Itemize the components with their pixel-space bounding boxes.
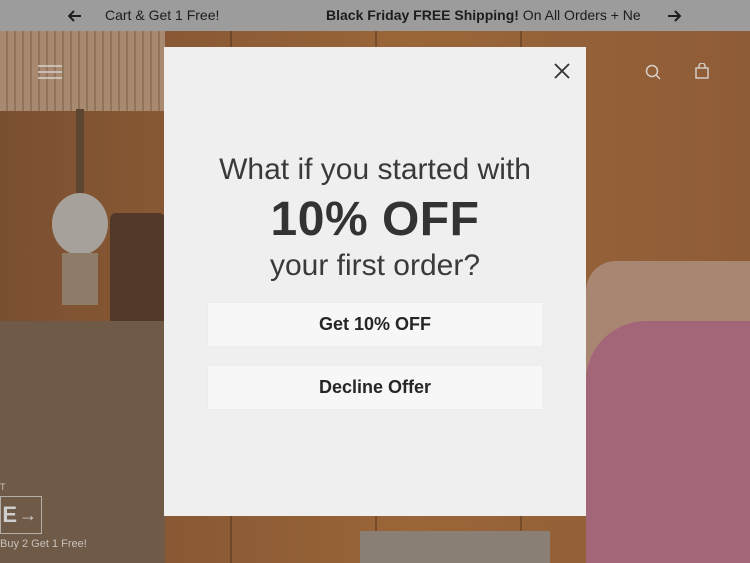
cart-button[interactable] (695, 62, 709, 84)
hamburger-menu-icon (38, 65, 62, 79)
search-icon (645, 64, 661, 80)
popup-headline-line1: What if you started with (219, 153, 531, 186)
arrow-left-icon (68, 9, 81, 22)
lamp-globe-image (52, 193, 108, 255)
announcement-next-button[interactable] (662, 0, 686, 31)
announcement-message-right: Black Friday FREE Shipping! On All Order… (326, 0, 641, 31)
arrow-right-icon (668, 9, 681, 22)
hero-shop-button[interactable]: E → (0, 496, 42, 534)
announcement-prev-button[interactable] (63, 0, 87, 31)
menu-button[interactable] (38, 65, 62, 84)
bag-image (110, 213, 165, 331)
discount-popup-modal: What if you started with 10% OFF your fi… (164, 47, 586, 516)
close-button[interactable] (552, 61, 572, 81)
bottom-object-image (360, 531, 550, 563)
get-discount-button[interactable]: Get 10% OFF (207, 302, 543, 347)
lamp-shade-image (0, 31, 165, 111)
pink-blanket-image (586, 321, 750, 563)
announcement-message-left: Cart & Get 1 Free! (105, 0, 219, 31)
hero-cta-letter: E (2, 502, 17, 527)
lamp-base-image (62, 253, 98, 305)
search-button[interactable] (645, 64, 661, 85)
announcement-left-text: Cart & Get 1 Free! (105, 7, 220, 23)
shopping-bag-icon (695, 62, 709, 79)
popup-headline-line3: your first order? (269, 249, 481, 282)
hero-tiny-text: T (0, 482, 6, 492)
decline-offer-button[interactable]: Decline Offer (207, 365, 543, 410)
popup-discount-amount: 10% OFF (270, 193, 480, 246)
announcement-rest-text: On All Orders + Ne (518, 7, 641, 23)
close-icon (554, 63, 570, 79)
announcement-bar: Cart & Get 1 Free! Black Friday FREE Shi… (0, 0, 750, 31)
announcement-bold-text: Black Friday FREE Shipping! (326, 7, 519, 23)
arrow-right-icon: → (19, 504, 37, 525)
hero-promo-text: Buy 2 Get 1 Free! (0, 538, 87, 550)
